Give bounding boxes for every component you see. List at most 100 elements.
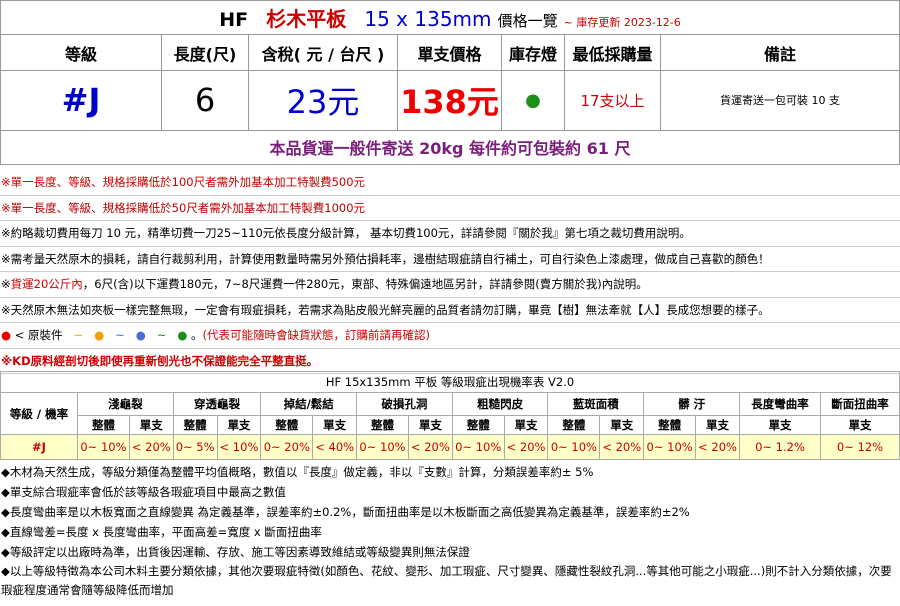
defect-sub-row: 整體 單支 整體 單支 整體 單支 整體 單支 整體 單支 整體 單支 整體 單…	[1, 415, 900, 435]
defect-value: 0~ 5%	[172, 434, 218, 460]
defect-value: 0~ 10%	[77, 434, 130, 460]
defect-group: 長度彎曲率	[739, 392, 821, 416]
stock-update-date: ~ 庫存更新 2023-12-6	[563, 16, 681, 30]
sub-overall: 整體	[643, 415, 697, 435]
defect-value: < 20%	[599, 434, 645, 460]
header-row: 等級 長度(尺) 含稅( 元 / 台尺 ) 單支價格 庫存燈 最低採購量 備註	[0, 34, 900, 71]
note-item-shipping: ※貨運20公斤內，6尺(含)以下運費180元，7~8尺運費一件280元，東部、特…	[0, 272, 900, 298]
defect-value: < 20%	[407, 434, 453, 460]
note-item: ※單一長度、等級、規格採購低於100尺者需外加基本加工特製費500元	[0, 170, 900, 196]
defect-title: HF 15x135mm 平板 等級瑕疵出現機率表 V2.0	[0, 371, 900, 393]
stock-light-icon: ●	[501, 69, 565, 131]
defect-group: 斷面扭曲率	[820, 392, 900, 416]
sub-overall: 整體	[547, 415, 601, 435]
sub-single: 單支	[820, 415, 900, 435]
sub-overall: 整體	[77, 415, 130, 435]
notes-list: ※單一長度、等級、規格採購低於100尺者需外加基本加工特製費500元 ※單一長度…	[0, 170, 900, 374]
header-stock: 庫存燈	[501, 34, 565, 71]
unit-price-value: 138元	[397, 69, 502, 131]
legend-tilde: ~	[156, 328, 167, 342]
defect-value: 0~ 10%	[643, 434, 697, 460]
sub-single: 單支	[503, 415, 549, 435]
sub-overall: 整體	[172, 415, 218, 435]
header-min-qty: 最低採購量	[564, 34, 661, 71]
grade-value: #J	[0, 69, 162, 131]
sub-overall: 整體	[451, 415, 505, 435]
defect-group: 掉結/鬆結	[260, 392, 358, 416]
defect-grade: #J	[0, 434, 78, 460]
price-per-value: 23元	[248, 69, 398, 131]
sub-single: 單支	[312, 415, 358, 435]
sub-overall: 整體	[260, 415, 314, 435]
min-qty-value: 17支以上	[564, 69, 661, 131]
orange-dot-icon: ●	[94, 328, 105, 342]
note-shipping-rest: ，6尺(含)以下運費180元，7~8尺運費一件280元，東部、特殊偏遠地區另計，…	[82, 277, 648, 291]
note-item: ※天然原木無法如夾板一樣完整無瑕，一定會有瑕疵損耗，若需求為貼皮般光鮮亮麗的品質…	[0, 298, 900, 323]
note-item: ※約略裁切費用每刀 10 元，精準切費一刀25~110元依長度分級計算， 基本切…	[0, 221, 900, 247]
sub-single: 單支	[739, 415, 821, 435]
defect-value-row: #J 0~ 10% < 20% 0~ 5% < 10% 0~ 20% < 40%…	[0, 434, 900, 460]
note-item: ※需考量天然原木的損耗，請自行裁剪利用，計算使用數量時需另外預估損耗率，邊樹結瑕…	[0, 247, 900, 272]
brand: HF	[219, 9, 249, 32]
defect-value: 0~ 1.2%	[739, 434, 821, 460]
footnote-item: ◆等級評定以出廠時為準，出貨後因運輸、存放、施工等因素導致維結或等級變異則無法保…	[1, 545, 470, 559]
page: HF 杉木平板 15 x 135mm 價格一覽 ~ 庫存更新 2023-12-6…	[0, 0, 900, 606]
sub-single: 單支	[216, 415, 262, 435]
note-shipping-weight: 貨運20公斤內	[10, 277, 83, 291]
red-dot-icon: ●	[1, 328, 12, 342]
defect-value: < 40%	[312, 434, 358, 460]
header-unit-price: 單支價格	[397, 34, 502, 71]
blue-dot-icon: ●	[135, 328, 146, 342]
defect-value: 0~ 10%	[451, 434, 505, 460]
defect-row-label: 等級 / 機率	[0, 392, 78, 435]
defect-title-row: HF 15x135mm 平板 等級瑕疵出現機率表 V2.0	[0, 371, 900, 393]
note-value: 貨運寄送一包可裝 10 支	[660, 69, 900, 131]
defect-value: 0~ 10%	[547, 434, 601, 460]
price-list-label: 價格一覽	[497, 12, 558, 31]
footnote-item: ◆直線彎差=長度 x 長度彎曲率，平面高差=寬度 x 斷面扭曲率	[1, 525, 322, 539]
defect-group: 藍斑面積	[547, 392, 645, 416]
green-dot-icon: ●	[177, 328, 188, 342]
legend-label: < 原裝件	[14, 328, 63, 342]
stock-legend: ● < 原裝件 ~ ● ~ ● ~ ● 。(代表可能隨時會缺貨狀態，訂購前請再確…	[0, 323, 900, 349]
defect-group-row: 等級 / 機率 淺龜裂 穿透龜裂 掉結/鬆結 破損孔洞 粗糙閃皮 藍斑面積 髒 …	[0, 392, 900, 435]
title-row: HF 杉木平板 15 x 135mm 價格一覽 ~ 庫存更新 2023-12-6	[0, 0, 900, 36]
product-size: 15 x 135mm	[364, 7, 492, 32]
sub-single: 單支	[128, 415, 174, 435]
header-price-per: 含稅( 元 / 台尺 )	[248, 34, 398, 71]
footnote-item: ◆長度彎曲率是以木板寬面之直線變異 為定義基準，誤差率約±0.2%，斷面扭曲率是…	[1, 505, 690, 519]
sub-single: 單支	[407, 415, 453, 435]
defect-group: 粗糙閃皮	[451, 392, 549, 416]
length-value: 6	[161, 69, 249, 131]
defect-value: < 10%	[216, 434, 262, 460]
defect-value: 0~ 20%	[260, 434, 314, 460]
defect-group: 穿透龜裂	[172, 392, 262, 416]
legend-warning: (代表可能隨時會缺貨狀態，訂購前請再確認)	[202, 328, 431, 342]
defect-group: 破損孔洞	[356, 392, 453, 416]
defect-value: < 20%	[503, 434, 549, 460]
defect-group: 髒 汙	[643, 392, 740, 416]
footnote-item: ◆木材為天然生成，等級分類僅為整體平均值概略，數值以『長度』做定義，非以『支數』…	[1, 465, 594, 479]
header-grade: 等級	[0, 34, 162, 71]
note-prefix: ※	[1, 277, 11, 291]
defect-value: < 20%	[128, 434, 174, 460]
legend-sep: 。	[191, 328, 203, 342]
defect-value: < 20%	[695, 434, 740, 460]
defect-table: HF 15x135mm 平板 等級瑕疵出現機率表 V2.0 等級 / 機率 淺龜…	[0, 371, 900, 460]
footnote-item: ◆以上等級特徵為本公司木料主要分類依據，其他次要瑕疵特徵(如顏色、花紋、變形、加…	[1, 564, 892, 597]
title-cell: HF 杉木平板 15 x 135mm 價格一覽 ~ 庫存更新 2023-12-6	[0, 0, 900, 36]
sub-overall: 整體	[356, 415, 409, 435]
shipping-row: 本品貨運一般件寄送 20kg 每件約可包裝約 61 尺	[0, 129, 900, 166]
footnote-item: ◆單支綜合瑕疵率會低於該等級各瑕疵項目中最高之數值	[1, 485, 286, 499]
defect-value: 0~ 10%	[356, 434, 409, 460]
defect-value: 0~ 12%	[820, 434, 900, 460]
product-row: #J 6 23元 138元 ● 17支以上 貨運寄送一包可裝 10 支	[0, 69, 900, 131]
sub-single: 單支	[599, 415, 645, 435]
legend-tilde: ~	[73, 328, 84, 342]
footnotes: ◆木材為天然生成，等級分類僅為整體平均值概略，數值以『長度』做定義，非以『支數』…	[0, 462, 900, 600]
note-item: ※單一長度、等級、規格採購低於50尺者需外加基本加工特製費1000元	[0, 196, 900, 221]
shipping-info: 本品貨運一般件寄送 20kg 每件約可包裝約 61 尺	[0, 129, 900, 166]
header-note: 備註	[660, 34, 900, 71]
header-length: 長度(尺)	[161, 34, 249, 71]
defect-group: 淺龜裂	[77, 392, 174, 416]
